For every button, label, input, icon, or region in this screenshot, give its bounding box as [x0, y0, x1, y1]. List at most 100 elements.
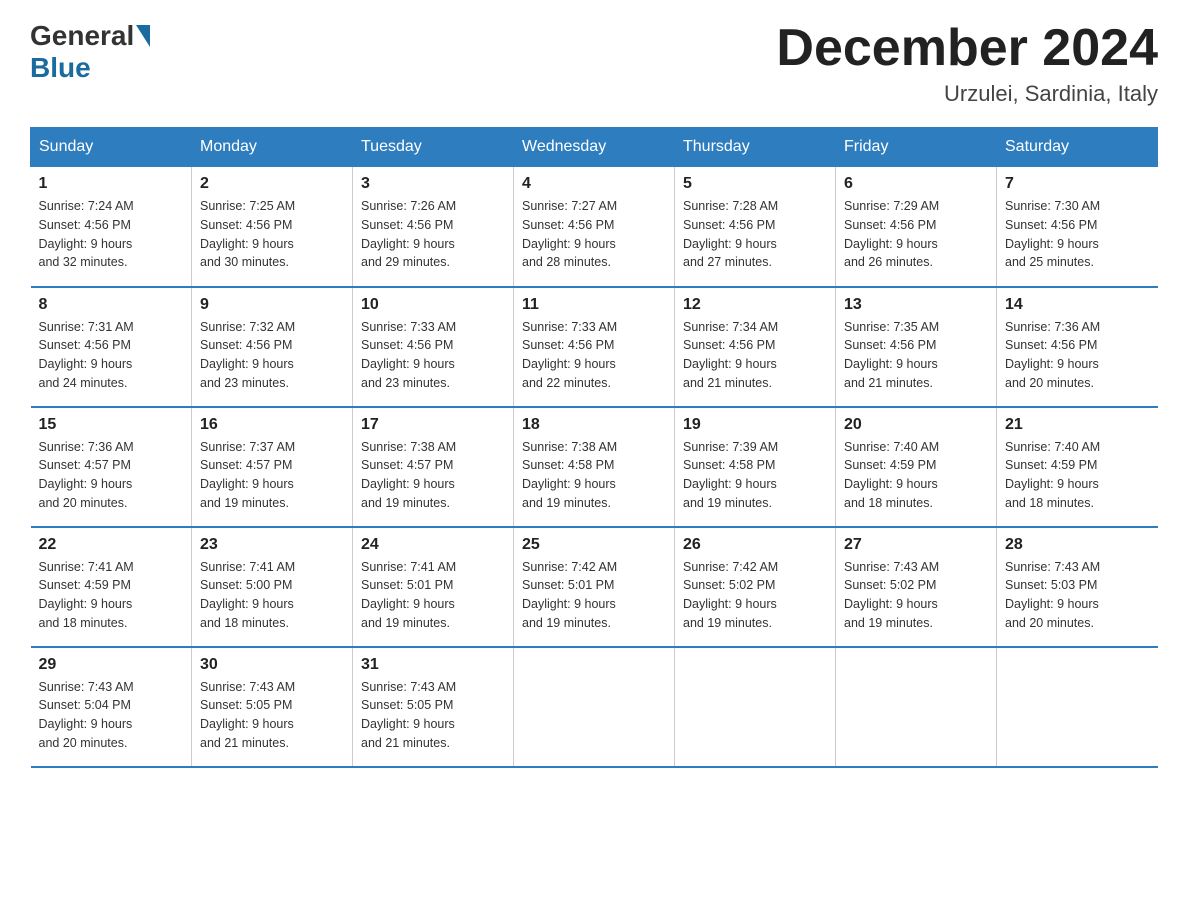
table-row: 6 Sunrise: 7:29 AM Sunset: 4:56 PM Dayli… — [836, 167, 997, 287]
calendar-week-row: 22 Sunrise: 7:41 AM Sunset: 4:59 PM Dayl… — [31, 527, 1158, 647]
table-row: 26 Sunrise: 7:42 AM Sunset: 5:02 PM Dayl… — [675, 527, 836, 647]
table-row: 25 Sunrise: 7:42 AM Sunset: 5:01 PM Dayl… — [514, 527, 675, 647]
day-number: 18 — [522, 416, 666, 434]
logo: General Blue — [30, 20, 152, 84]
col-saturday: Saturday — [997, 128, 1158, 167]
day-info: Sunrise: 7:29 AM Sunset: 4:56 PM Dayligh… — [844, 197, 988, 272]
table-row: 22 Sunrise: 7:41 AM Sunset: 4:59 PM Dayl… — [31, 527, 192, 647]
table-row: 14 Sunrise: 7:36 AM Sunset: 4:56 PM Dayl… — [997, 287, 1158, 407]
table-row: 19 Sunrise: 7:39 AM Sunset: 4:58 PM Dayl… — [675, 407, 836, 527]
day-info: Sunrise: 7:38 AM Sunset: 4:57 PM Dayligh… — [361, 438, 505, 513]
day-number: 22 — [39, 536, 184, 554]
day-number: 6 — [844, 175, 988, 193]
table-row: 16 Sunrise: 7:37 AM Sunset: 4:57 PM Dayl… — [192, 407, 353, 527]
location-text: Urzulei, Sardinia, Italy — [776, 81, 1158, 107]
table-row — [836, 647, 997, 767]
col-sunday: Sunday — [31, 128, 192, 167]
day-info: Sunrise: 7:43 AM Sunset: 5:02 PM Dayligh… — [844, 558, 988, 633]
table-row: 1 Sunrise: 7:24 AM Sunset: 4:56 PM Dayli… — [31, 167, 192, 287]
table-row: 5 Sunrise: 7:28 AM Sunset: 4:56 PM Dayli… — [675, 167, 836, 287]
day-info: Sunrise: 7:42 AM Sunset: 5:01 PM Dayligh… — [522, 558, 666, 633]
col-friday: Friday — [836, 128, 997, 167]
day-number: 23 — [200, 536, 344, 554]
day-number: 8 — [39, 296, 184, 314]
day-number: 28 — [1005, 536, 1150, 554]
table-row: 23 Sunrise: 7:41 AM Sunset: 5:00 PM Dayl… — [192, 527, 353, 647]
day-number: 9 — [200, 296, 344, 314]
day-info: Sunrise: 7:41 AM Sunset: 5:01 PM Dayligh… — [361, 558, 505, 633]
calendar-week-row: 8 Sunrise: 7:31 AM Sunset: 4:56 PM Dayli… — [31, 287, 1158, 407]
table-row: 11 Sunrise: 7:33 AM Sunset: 4:56 PM Dayl… — [514, 287, 675, 407]
day-info: Sunrise: 7:40 AM Sunset: 4:59 PM Dayligh… — [1005, 438, 1150, 513]
day-number: 17 — [361, 416, 505, 434]
day-number: 5 — [683, 175, 827, 193]
day-number: 24 — [361, 536, 505, 554]
page-header: General Blue December 2024 Urzulei, Sard… — [30, 20, 1158, 107]
col-wednesday: Wednesday — [514, 128, 675, 167]
day-number: 11 — [522, 296, 666, 314]
day-info: Sunrise: 7:42 AM Sunset: 5:02 PM Dayligh… — [683, 558, 827, 633]
day-info: Sunrise: 7:27 AM Sunset: 4:56 PM Dayligh… — [522, 197, 666, 272]
calendar-week-row: 1 Sunrise: 7:24 AM Sunset: 4:56 PM Dayli… — [31, 167, 1158, 287]
logo-triangle-icon — [136, 25, 150, 47]
day-number: 26 — [683, 536, 827, 554]
table-row: 20 Sunrise: 7:40 AM Sunset: 4:59 PM Dayl… — [836, 407, 997, 527]
day-number: 16 — [200, 416, 344, 434]
day-number: 29 — [39, 656, 184, 674]
calendar-header: Sunday Monday Tuesday Wednesday Thursday… — [31, 128, 1158, 167]
table-row: 28 Sunrise: 7:43 AM Sunset: 5:03 PM Dayl… — [997, 527, 1158, 647]
day-info: Sunrise: 7:34 AM Sunset: 4:56 PM Dayligh… — [683, 318, 827, 393]
day-info: Sunrise: 7:43 AM Sunset: 5:03 PM Dayligh… — [1005, 558, 1150, 633]
day-info: Sunrise: 7:39 AM Sunset: 4:58 PM Dayligh… — [683, 438, 827, 513]
day-info: Sunrise: 7:41 AM Sunset: 5:00 PM Dayligh… — [200, 558, 344, 633]
day-number: 13 — [844, 296, 988, 314]
day-number: 19 — [683, 416, 827, 434]
table-row: 17 Sunrise: 7:38 AM Sunset: 4:57 PM Dayl… — [353, 407, 514, 527]
day-info: Sunrise: 7:43 AM Sunset: 5:04 PM Dayligh… — [39, 678, 184, 753]
day-info: Sunrise: 7:26 AM Sunset: 4:56 PM Dayligh… — [361, 197, 505, 272]
table-row: 9 Sunrise: 7:32 AM Sunset: 4:56 PM Dayli… — [192, 287, 353, 407]
day-info: Sunrise: 7:30 AM Sunset: 4:56 PM Dayligh… — [1005, 197, 1150, 272]
day-info: Sunrise: 7:40 AM Sunset: 4:59 PM Dayligh… — [844, 438, 988, 513]
day-info: Sunrise: 7:37 AM Sunset: 4:57 PM Dayligh… — [200, 438, 344, 513]
calendar-body: 1 Sunrise: 7:24 AM Sunset: 4:56 PM Dayli… — [31, 167, 1158, 767]
day-info: Sunrise: 7:31 AM Sunset: 4:56 PM Dayligh… — [39, 318, 184, 393]
day-number: 7 — [1005, 175, 1150, 193]
day-number: 31 — [361, 656, 505, 674]
day-info: Sunrise: 7:41 AM Sunset: 4:59 PM Dayligh… — [39, 558, 184, 633]
table-row: 21 Sunrise: 7:40 AM Sunset: 4:59 PM Dayl… — [997, 407, 1158, 527]
table-row: 10 Sunrise: 7:33 AM Sunset: 4:56 PM Dayl… — [353, 287, 514, 407]
table-row: 13 Sunrise: 7:35 AM Sunset: 4:56 PM Dayl… — [836, 287, 997, 407]
logo-blue-text: Blue — [30, 52, 91, 83]
table-row: 27 Sunrise: 7:43 AM Sunset: 5:02 PM Dayl… — [836, 527, 997, 647]
day-number: 20 — [844, 416, 988, 434]
day-info: Sunrise: 7:35 AM Sunset: 4:56 PM Dayligh… — [844, 318, 988, 393]
day-number: 12 — [683, 296, 827, 314]
day-number: 3 — [361, 175, 505, 193]
day-number: 1 — [39, 175, 184, 193]
day-info: Sunrise: 7:43 AM Sunset: 5:05 PM Dayligh… — [361, 678, 505, 753]
day-info: Sunrise: 7:24 AM Sunset: 4:56 PM Dayligh… — [39, 197, 184, 272]
calendar-week-row: 15 Sunrise: 7:36 AM Sunset: 4:57 PM Dayl… — [31, 407, 1158, 527]
day-info: Sunrise: 7:33 AM Sunset: 4:56 PM Dayligh… — [522, 318, 666, 393]
table-row: 2 Sunrise: 7:25 AM Sunset: 4:56 PM Dayli… — [192, 167, 353, 287]
month-title: December 2024 — [776, 20, 1158, 77]
title-section: December 2024 Urzulei, Sardinia, Italy — [776, 20, 1158, 107]
table-row: 3 Sunrise: 7:26 AM Sunset: 4:56 PM Dayli… — [353, 167, 514, 287]
table-row: 29 Sunrise: 7:43 AM Sunset: 5:04 PM Dayl… — [31, 647, 192, 767]
table-row — [997, 647, 1158, 767]
table-row: 7 Sunrise: 7:30 AM Sunset: 4:56 PM Dayli… — [997, 167, 1158, 287]
day-info: Sunrise: 7:36 AM Sunset: 4:56 PM Dayligh… — [1005, 318, 1150, 393]
day-number: 25 — [522, 536, 666, 554]
day-number: 15 — [39, 416, 184, 434]
day-info: Sunrise: 7:32 AM Sunset: 4:56 PM Dayligh… — [200, 318, 344, 393]
day-number: 27 — [844, 536, 988, 554]
col-thursday: Thursday — [675, 128, 836, 167]
table-row: 30 Sunrise: 7:43 AM Sunset: 5:05 PM Dayl… — [192, 647, 353, 767]
day-info: Sunrise: 7:36 AM Sunset: 4:57 PM Dayligh… — [39, 438, 184, 513]
table-row: 12 Sunrise: 7:34 AM Sunset: 4:56 PM Dayl… — [675, 287, 836, 407]
day-number: 30 — [200, 656, 344, 674]
logo-general-text: General — [30, 20, 134, 52]
col-tuesday: Tuesday — [353, 128, 514, 167]
table-row — [675, 647, 836, 767]
